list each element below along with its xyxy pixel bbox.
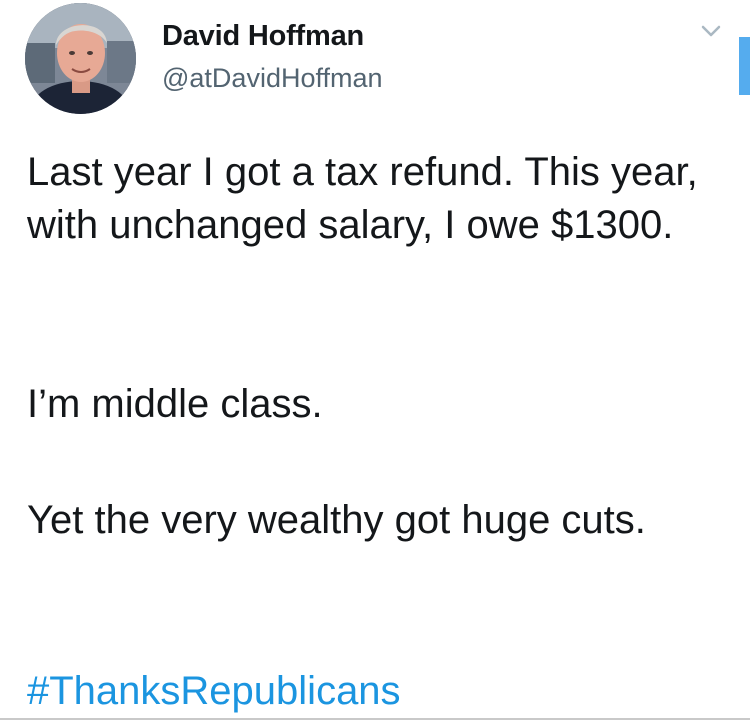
tweet-paragraph: Last year I got a tax refund. This year,…: [27, 150, 698, 247]
divider: [0, 718, 750, 720]
hashtag-link[interactable]: #ThanksRepublicans: [27, 665, 401, 718]
tweet-paragraph: I’m middle class.: [27, 382, 323, 426]
tweet-paragraph: Yet the very wealthy got huge cuts.: [27, 498, 646, 542]
avatar-photo-icon: [25, 3, 136, 114]
avatar[interactable]: [25, 3, 136, 114]
author-handle[interactable]: @atDavidHoffman: [162, 63, 383, 94]
scrollbar-thumb[interactable]: [739, 37, 750, 95]
tweet-card: David Hoffman @atDavidHoffman Last year …: [0, 0, 750, 723]
author-name[interactable]: David Hoffman: [162, 20, 364, 53]
chevron-down-icon[interactable]: [699, 22, 723, 40]
